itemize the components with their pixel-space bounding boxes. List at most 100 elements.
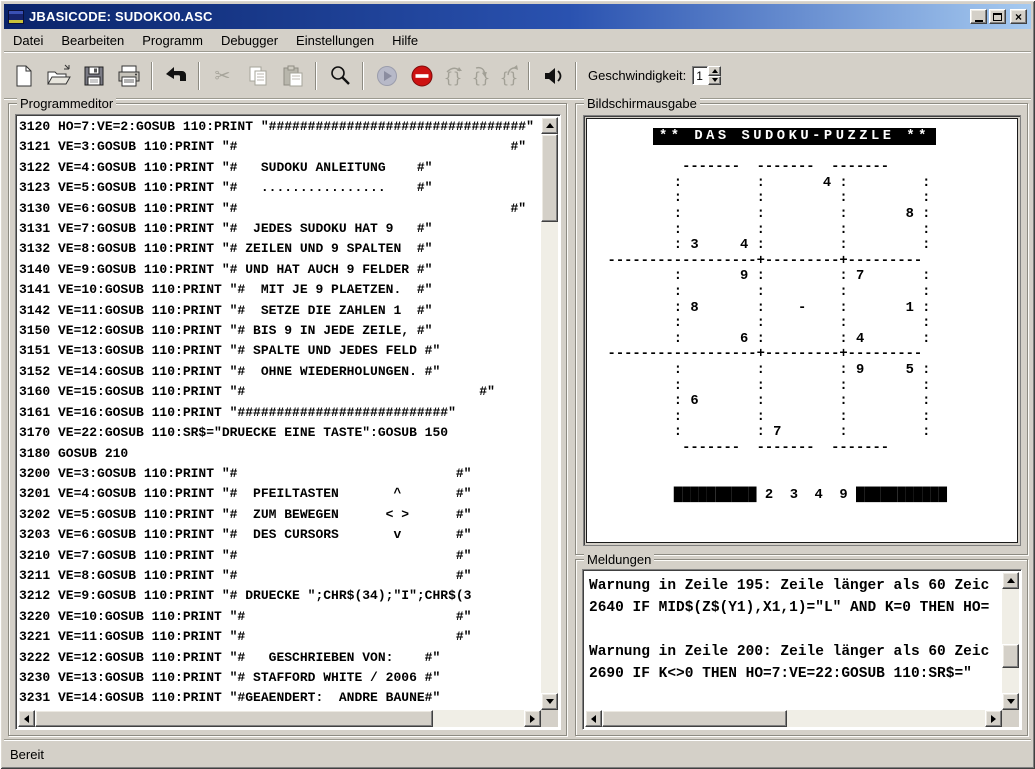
arrow-up-icon [1007, 578, 1015, 583]
arrow-left-icon [591, 715, 596, 723]
screen-line: : 3 4 : : : [591, 238, 1017, 254]
menu-separator-line [4, 51, 1031, 53]
code-line: 3123 VE=5:GOSUB 110:PRINT "# ...........… [19, 178, 541, 198]
open-button[interactable] [41, 60, 76, 92]
scroll-down-button[interactable] [1002, 693, 1019, 710]
sound-button[interactable] [535, 60, 570, 92]
app-icon [8, 10, 24, 24]
code-line: 3130 VE=6:GOSUB 110:PRINT "# #" [19, 199, 541, 219]
menu-item[interactable]: Debugger [212, 30, 287, 51]
screen-line: : : 7 : : [591, 425, 1017, 441]
maximize-button[interactable] [989, 9, 1006, 24]
step-out-button[interactable]: {} [495, 60, 523, 92]
stop-icon [410, 64, 434, 88]
screen-line [591, 456, 1017, 472]
screen-line [591, 472, 1017, 488]
close-icon: × [1015, 11, 1022, 23]
code-line: 3211 VE=8:GOSUB 110:PRINT "# #" [19, 566, 541, 586]
menu-item[interactable]: Bearbeiten [52, 30, 133, 51]
screen-line: : : : : [591, 223, 1017, 239]
print-button[interactable] [111, 60, 146, 92]
code-line: 3220 VE=10:GOSUB 110:PRINT "# #" [19, 607, 541, 627]
screen-line: : : 4 : : [591, 176, 1017, 192]
scroll-right-button[interactable] [524, 710, 541, 727]
scroll-left-button[interactable] [18, 710, 35, 727]
app-window: JBASICODE: SUDOKO0.ASC × DateiBearbeiten… [0, 0, 1035, 769]
screen-line: : : : 9 5 : [591, 363, 1017, 379]
scrollbar-thumb[interactable] [35, 710, 433, 727]
code-line: 3132 VE=8:GOSUB 110:PRINT "# ZEILEN UND … [19, 239, 541, 259]
statusbar: Bereit [4, 743, 1031, 765]
search-button[interactable] [322, 60, 357, 92]
cut-button[interactable]: ✂ [205, 60, 240, 92]
menu-item[interactable]: Einstellungen [287, 30, 383, 51]
speed-label: Geschwindigkeit: [588, 68, 686, 83]
code-lines[interactable]: 3120 HO=7:VE=2:GOSUB 110:PRINT "########… [19, 117, 541, 710]
paste-icon [281, 64, 305, 88]
code-line: 3231 VE=14:GOSUB 110:PRINT "#GEAENDERT: … [19, 688, 541, 708]
undo-button[interactable] [158, 60, 193, 92]
chevron-down-icon [712, 78, 718, 82]
toolbar-separator [528, 62, 530, 90]
arrow-down-icon [546, 699, 554, 704]
scroll-down-button[interactable] [541, 693, 558, 710]
speed-value: 1 [692, 66, 708, 85]
code-line: 3152 VE=14:GOSUB 110:PRINT "# OHNE WIEDE… [19, 362, 541, 382]
step-into-button[interactable]: {} [467, 60, 495, 92]
code-line: 3131 VE=7:GOSUB 110:PRINT "# JEDES SUDOK… [19, 219, 541, 239]
speed-spinner[interactable]: 1 [692, 66, 721, 85]
messages-horizontal-scrollbar[interactable] [585, 710, 1002, 727]
scrollbar-thumb[interactable] [541, 134, 558, 222]
scroll-up-button[interactable] [541, 117, 558, 134]
copy-button[interactable] [240, 60, 275, 92]
titlebar[interactable]: JBASICODE: SUDOKO0.ASC × [4, 4, 1031, 29]
code-line: 3230 VE=13:GOSUB 110:PRINT "# STAFFORD W… [19, 668, 541, 688]
scrollbar-corner [1002, 710, 1019, 727]
paste-button[interactable] [275, 60, 310, 92]
spinner-down-button[interactable] [708, 76, 721, 86]
editor-horizontal-scrollbar[interactable] [18, 710, 541, 727]
code-line: 3141 VE=10:GOSUB 110:PRINT "# MIT JE 9 P… [19, 280, 541, 300]
search-icon [328, 64, 352, 88]
copy-icon [246, 64, 270, 88]
menubar: DateiBearbeitenProgrammDebuggerEinstellu… [4, 29, 1031, 51]
step-over-button[interactable]: {} [439, 60, 467, 92]
stop-button[interactable] [404, 60, 439, 92]
sudoku-grid: ------- ------- ------- : : 4 : : : : : … [591, 145, 1017, 519]
chevron-up-icon [712, 69, 718, 73]
new-document-icon [13, 64, 35, 88]
code-line: 3221 VE=11:GOSUB 110:PRINT "# #" [19, 627, 541, 647]
code-line: 3142 VE=11:GOSUB 110:PRINT "# SETZE DIE … [19, 301, 541, 321]
close-button[interactable]: × [1010, 9, 1027, 24]
new-button[interactable] [6, 60, 41, 92]
save-button[interactable] [76, 60, 111, 92]
menu-item[interactable]: Programm [133, 30, 212, 51]
screen-line: : 8 : - : 1 : [591, 301, 1017, 317]
message-line: Warnung in Zeile 200: Zeile länger als 6… [589, 641, 1002, 663]
messages-vertical-scrollbar[interactable] [1002, 572, 1019, 710]
scrollbar-thumb[interactable] [602, 710, 787, 727]
scroll-right-button[interactable] [985, 710, 1002, 727]
scrollbar-thumb[interactable] [1002, 644, 1019, 668]
screen-line: : : : 8 : [591, 207, 1017, 223]
editor-vertical-scrollbar[interactable] [541, 117, 558, 710]
run-button[interactable] [369, 60, 404, 92]
message-lines: Warnung in Zeile 195: Zeile länger als 6… [589, 575, 1002, 710]
screen-output[interactable]: ** DAS SUDOKU-PUZZLE ** ------- ------- … [586, 118, 1018, 543]
menu-item[interactable]: Datei [4, 30, 52, 51]
messages-panel: Meldungen Warnung in Zeile 195: Zeile lä… [575, 559, 1028, 736]
screen-line: : 6 : : 4 : [591, 332, 1017, 348]
screen-line: ------------------+---------+--------- [591, 254, 1017, 270]
screen-line: : 6 : : : [591, 394, 1017, 410]
code-editor[interactable]: 3120 HO=7:VE=2:GOSUB 110:PRINT "########… [15, 114, 561, 730]
spinner-up-button[interactable] [708, 66, 721, 76]
messages-output[interactable]: Warnung in Zeile 195: Zeile länger als 6… [582, 569, 1022, 730]
status-text: Bereit [10, 747, 44, 762]
scroll-up-button[interactable] [1002, 572, 1019, 589]
code-line: 3203 VE=6:GOSUB 110:PRINT "# DES CURSORS… [19, 525, 541, 545]
editor-panel-label: Programmeditor [17, 96, 116, 111]
code-line: 3180 GOSUB 210 [19, 444, 541, 464]
scroll-left-button[interactable] [585, 710, 602, 727]
menu-item[interactable]: Hilfe [383, 30, 427, 51]
minimize-button[interactable] [970, 9, 987, 24]
